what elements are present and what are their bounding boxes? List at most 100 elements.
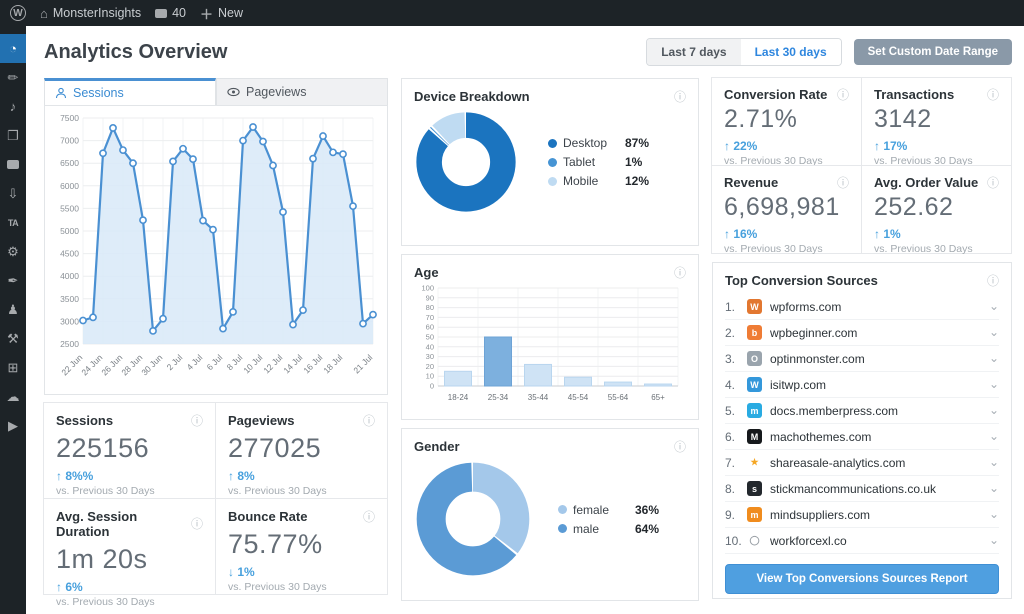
sidebar-item-users[interactable]: ♟	[0, 295, 26, 324]
sidebar-item-posts-pin[interactable]: ✏	[0, 63, 26, 92]
chevron-down-icon[interactable]: ⌄	[989, 300, 999, 312]
sidebar-item-media[interactable]: ♪	[0, 92, 26, 121]
sidebar-item-comments[interactable]	[0, 150, 26, 179]
stat-comparison-label: vs. Previous 30 Days	[874, 243, 973, 255]
stat-title: Avg. Session Duration	[56, 509, 138, 539]
chevron-down-icon[interactable]: ⌄	[989, 326, 999, 338]
set-custom-date-range-button[interactable]: Set Custom Date Range	[853, 39, 1012, 65]
chevron-down-icon[interactable]: ⌄	[989, 534, 999, 546]
site-favicon-icon: s	[747, 481, 762, 496]
report-tabs: Sessions Pageviews	[44, 78, 388, 105]
ecommerce-stat-cards: Conversion Rate ⓘ 2.71% ↑ 22% vs. Previous 3…	[711, 77, 1012, 255]
sidebar-item-video-play[interactable]: ▶	[0, 411, 26, 440]
legend-value: 1%	[625, 155, 643, 169]
svg-text:10: 10	[426, 372, 434, 381]
site-name-menu[interactable]: ⌂ MonsterInsights	[40, 6, 141, 21]
stat-value: 3142	[874, 105, 932, 133]
site-favicon-icon: m	[747, 403, 762, 418]
tab-sessions[interactable]: Sessions	[44, 78, 216, 105]
monsterinsights-gauge-icon: ◔	[9, 41, 17, 56]
sidebar-item-pages[interactable]: ❐	[0, 121, 26, 150]
svg-text:30: 30	[426, 352, 434, 361]
ecommerce-column: Conversion Rate ⓘ 2.71% ↑ 22% vs. Previous 3…	[711, 77, 1012, 601]
source-domain: machothemes.com	[770, 429, 872, 444]
svg-text:26 Jun: 26 Jun	[99, 352, 124, 377]
chevron-down-icon[interactable]: ⌄	[989, 508, 999, 520]
info-icon[interactable]: ⓘ	[837, 177, 849, 189]
svg-text:50: 50	[426, 333, 434, 342]
sidebar-item-tools-wrench[interactable]: ⚒	[0, 324, 26, 353]
stat-comparison-label: vs. Previous 30 Days	[56, 485, 155, 497]
stat-delta: ↑ 6%	[56, 580, 83, 594]
source-row-isitwp.com[interactable]: 4. Wisitwp.com ⌄	[725, 372, 999, 398]
sidebar-item-settings[interactable]: ⊞	[0, 353, 26, 382]
svg-text:0: 0	[430, 382, 434, 391]
tab-label: Sessions	[73, 86, 124, 100]
stat-delta: ↑ 1%	[874, 227, 901, 241]
sidebar-item-brush[interactable]: ✒	[0, 266, 26, 295]
wp-logo-menu[interactable]: W	[10, 5, 26, 21]
new-content-menu[interactable]: ＋ New	[200, 4, 243, 23]
info-icon[interactable]: ⓘ	[987, 177, 999, 189]
stat-value: 1m 20s	[56, 544, 148, 574]
gender-donut-chart	[416, 462, 530, 576]
site-favicon-icon: ★	[750, 457, 759, 467]
comments-menu[interactable]: 40	[155, 6, 186, 20]
sidebar-item-ta-badge[interactable]: TA	[0, 208, 26, 237]
legend-dot-icon	[558, 524, 567, 533]
source-rank: 8.	[725, 481, 736, 496]
svg-text:21 Jul: 21 Jul	[351, 352, 374, 375]
source-row-stickmancommunications.co.uk[interactable]: 8. s stickmancommunications.co.uk ⌄	[725, 476, 999, 502]
source-row-workforcexl.co[interactable]: 10. ◯ workforcexl.co ⌄	[725, 528, 999, 554]
legend-label: male	[573, 521, 600, 536]
info-icon[interactable]: ⓘ	[674, 91, 686, 103]
info-icon[interactable]: ⓘ	[191, 518, 203, 530]
info-icon[interactable]: ⓘ	[674, 267, 686, 279]
source-row-mindsuppliers.com[interactable]: 9. m mindsuppliers.com ⌄	[725, 502, 999, 528]
sessions-line-chart: 2500 3000 3500 4000 4500 5000 5500 6000 6500 7000…	[44, 105, 388, 395]
age-title: Age	[414, 265, 439, 280]
screen-download-icon: ⇩	[7, 185, 19, 201]
tab-pageviews[interactable]: Pageviews	[216, 78, 388, 105]
sidebar-item-monsterinsights-gauge[interactable]: ◔	[0, 34, 26, 63]
source-domain: workforcexl.co	[770, 533, 847, 548]
info-icon[interactable]: ⓘ	[363, 511, 375, 523]
info-icon[interactable]: ⓘ	[674, 441, 686, 453]
svg-text:40: 40	[426, 342, 434, 351]
source-row-machothemes.com[interactable]: 6. Mmachothemes.com ⌄	[725, 424, 999, 450]
info-icon[interactable]: ⓘ	[191, 415, 203, 427]
source-row-optinmonster.com[interactable]: 3. Ooptinmonster.com ⌄	[725, 346, 999, 372]
chevron-down-icon[interactable]: ⌄	[989, 456, 999, 468]
chevron-down-icon[interactable]: ⌄	[989, 404, 999, 416]
info-icon[interactable]: ⓘ	[363, 415, 375, 427]
sidebar-item-screen-download[interactable]: ⇩	[0, 179, 26, 208]
source-domain: optinmonster.com	[770, 351, 865, 366]
chevron-down-icon[interactable]: ⌄	[989, 430, 999, 442]
stat-title: Bounce Rate	[228, 509, 308, 524]
source-rank: 9.	[725, 507, 736, 522]
chevron-down-icon[interactable]: ⌄	[989, 482, 999, 494]
view-top-conversions-report-button[interactable]: View Top Conversions Sources Report	[725, 564, 999, 594]
stat-delta: ↑ 17%	[874, 139, 908, 153]
chevron-down-icon[interactable]: ⌄	[989, 352, 999, 364]
info-icon[interactable]: ⓘ	[837, 89, 849, 101]
stat-delta: ↑ 16%	[724, 227, 758, 241]
sidebar-item-plugin[interactable]: ⚙	[0, 237, 26, 266]
source-row-wpforms.com[interactable]: 1. Wwpforms.com ⌄	[725, 294, 999, 320]
svg-text:70: 70	[426, 313, 434, 322]
sources-title: Top Conversion Sources	[725, 273, 878, 288]
sidebar-item-cloud[interactable]: ☁	[0, 382, 26, 411]
device-donut-chart	[416, 112, 516, 212]
info-icon[interactable]: ⓘ	[987, 275, 999, 287]
range-button-last-7-days[interactable]: Last 7 days	[647, 39, 741, 65]
stat-delta: ↑ 8%%	[56, 469, 94, 483]
chevron-down-icon[interactable]: ⌄	[989, 378, 999, 390]
info-icon[interactable]: ⓘ	[987, 89, 999, 101]
home-icon: ⌂	[40, 5, 48, 21]
source-row-wpbeginner.com[interactable]: 2. b wpbeginner.com ⌄	[725, 320, 999, 346]
source-row-docs.memberpress.com[interactable]: 5. m docs.memberpress.com ⌄	[725, 398, 999, 424]
svg-text:4500: 4500	[60, 249, 79, 259]
source-row-shareasale-analytics.com[interactable]: 7. ★ shareasale-analytics.com ⌄	[725, 450, 999, 476]
range-button-last-30-days[interactable]: Last 30 days	[740, 39, 841, 65]
top-conversion-sources-panel: Top Conversion Sources ⓘ 1. Wwpforms.com ⌄…	[712, 262, 1012, 599]
